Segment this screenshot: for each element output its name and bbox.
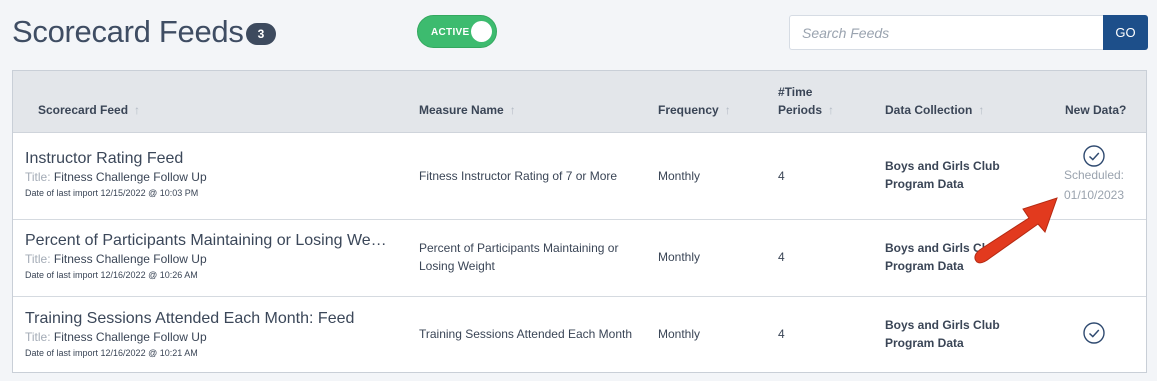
feed-title: Title: Fitness Challenge Follow Up bbox=[25, 170, 207, 184]
col-header-data-collection[interactable]: Data Collection ↑ bbox=[885, 101, 984, 119]
feed-title: Title: Fitness Challenge Follow Up bbox=[25, 252, 207, 266]
page-title: Scorecard Feeds bbox=[12, 14, 244, 49]
data-collection: Boys and Girls Club Program Data bbox=[885, 318, 1000, 350]
table-row[interactable]: Percent of Participants Maintaining or L… bbox=[13, 220, 1146, 297]
frequency: Monthly bbox=[658, 327, 701, 341]
sort-arrow-icon[interactable]: ↑ bbox=[510, 103, 516, 117]
col-header-scorecard-feed[interactable]: Scorecard Feed ↑ bbox=[38, 101, 140, 119]
scheduled-date: 01/10/2023 bbox=[1063, 188, 1125, 202]
data-collection: Boys and Girls Club Program Data bbox=[885, 241, 1000, 273]
last-import-date: Date of last import 12/15/2022 @ 10:03 P… bbox=[25, 188, 199, 198]
col-header-measure-name[interactable]: Measure Name ↑ bbox=[419, 101, 516, 119]
last-import-date: Date of last import 12/16/2022 @ 10:21 A… bbox=[25, 348, 198, 358]
active-toggle[interactable]: ACTIVE bbox=[417, 15, 497, 48]
search-input[interactable] bbox=[789, 15, 1103, 50]
data-collection: Boys and Girls Club Program Data bbox=[885, 159, 1000, 191]
table-row[interactable]: Training Sessions Attended Each Month: F… bbox=[13, 297, 1146, 372]
table-row[interactable]: Instructor Rating Feed Title: Fitness Ch… bbox=[13, 133, 1146, 220]
col-header-time-periods[interactable]: #Time Periods ↑ bbox=[778, 83, 834, 119]
measure-name: Fitness Instructor Rating of 7 or More bbox=[419, 169, 618, 183]
feeds-table: Scorecard Feed ↑ Measure Name ↑ Frequency ↑… bbox=[12, 70, 1147, 373]
check-circle-icon bbox=[1083, 145, 1105, 167]
feed-title: Title: Fitness Challenge Follow Up bbox=[25, 330, 207, 344]
feed-count-badge: 3 bbox=[246, 23, 276, 45]
measure-name: Percent of Participants Maintaining or L… bbox=[419, 241, 619, 273]
frequency: Monthly bbox=[658, 169, 701, 183]
time-periods: 4 bbox=[778, 250, 785, 264]
frequency: Monthly bbox=[658, 250, 701, 264]
toggle-label: ACTIVE bbox=[431, 27, 470, 38]
sort-arrow-icon[interactable]: ↑ bbox=[725, 103, 731, 117]
last-import-date: Date of last import 12/16/2022 @ 10:26 A… bbox=[25, 270, 198, 280]
scheduled-label: Scheduled: bbox=[1063, 168, 1125, 182]
table-header: Scorecard Feed ↑ Measure Name ↑ Frequency ↑… bbox=[13, 71, 1146, 133]
feed-name[interactable]: Percent of Participants Maintaining or L… bbox=[25, 232, 390, 250]
sort-arrow-icon[interactable]: ↑ bbox=[978, 103, 984, 117]
col-header-frequency[interactable]: Frequency ↑ bbox=[658, 101, 731, 119]
feed-name[interactable]: Instructor Rating Feed bbox=[25, 150, 390, 168]
check-circle-icon bbox=[1083, 322, 1105, 344]
sort-arrow-icon[interactable]: ↑ bbox=[828, 103, 834, 117]
time-periods: 4 bbox=[778, 327, 785, 341]
sort-arrow-icon[interactable]: ↑ bbox=[134, 103, 140, 117]
feed-name[interactable]: Training Sessions Attended Each Month: F… bbox=[25, 310, 390, 328]
measure-name: Training Sessions Attended Each Month bbox=[419, 327, 633, 341]
toggle-knob bbox=[471, 21, 492, 42]
col-header-new-data: New Data? bbox=[1065, 103, 1127, 117]
search-go-button[interactable]: GO bbox=[1103, 15, 1148, 50]
time-periods: 4 bbox=[778, 169, 785, 183]
